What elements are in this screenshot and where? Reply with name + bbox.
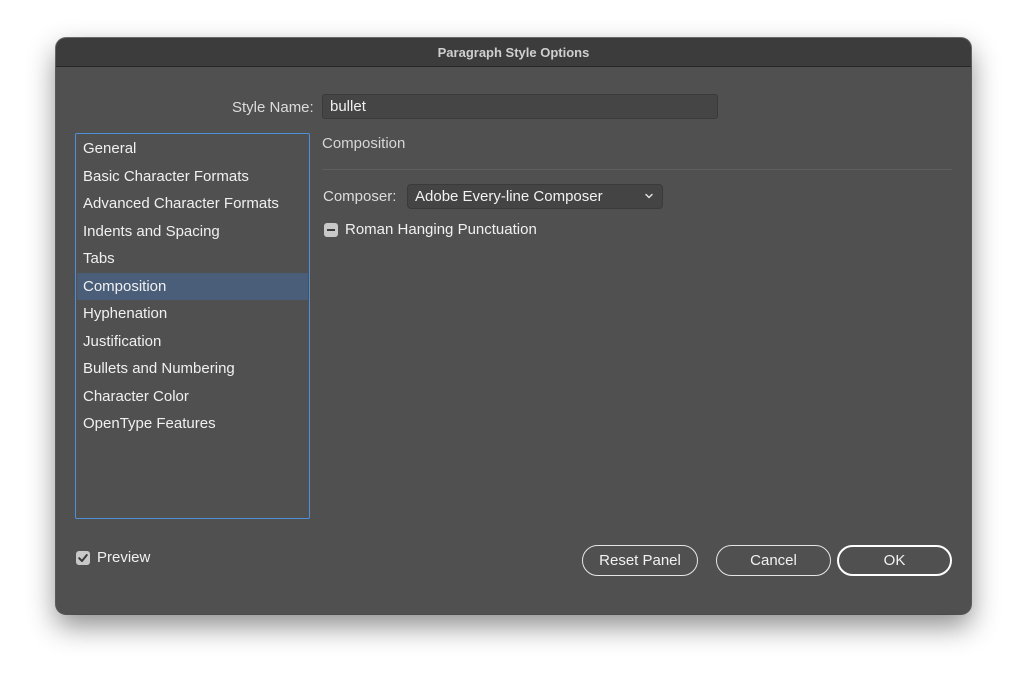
category-list[interactable]: General Basic Character Formats Advanced… — [75, 133, 310, 519]
category-item-composition[interactable]: Composition — [77, 272, 308, 300]
panel-title: Composition — [322, 135, 406, 152]
roman-hanging-punctuation-label[interactable]: Roman Hanging Punctuation — [345, 221, 537, 238]
ok-button[interactable]: OK — [837, 545, 952, 576]
category-item-indents-and-spacing[interactable]: Indents and Spacing — [77, 218, 308, 246]
chevron-down-icon — [645, 193, 653, 199]
checkmark-icon — [78, 554, 88, 562]
style-name-value: bullet — [330, 98, 366, 115]
category-item-basic-character-formats[interactable]: Basic Character Formats — [77, 163, 308, 191]
category-item-advanced-character-formats[interactable]: Advanced Character Formats — [77, 190, 308, 218]
category-item-justification[interactable]: Justification — [77, 328, 308, 356]
category-item-hyphenation[interactable]: Hyphenation — [77, 300, 308, 328]
preview-label[interactable]: Preview — [97, 549, 150, 566]
category-item-opentype-features[interactable]: OpenType Features — [77, 410, 308, 438]
preview-checkbox[interactable] — [76, 551, 90, 565]
composer-select[interactable]: Adobe Every-line Composer — [407, 184, 663, 209]
title-bar[interactable]: Paragraph Style Options — [56, 38, 971, 67]
cancel-button[interactable]: Cancel — [716, 545, 831, 576]
composer-label: Composer: — [323, 188, 397, 205]
reset-panel-button[interactable]: Reset Panel — [582, 545, 698, 576]
paragraph-style-options-dialog: Paragraph Style Options Style Name: bull… — [56, 38, 971, 614]
category-item-character-color[interactable]: Character Color — [77, 383, 308, 411]
category-item-bullets-and-numbering[interactable]: Bullets and Numbering — [77, 355, 308, 383]
style-name-label: Style Name: — [232, 99, 314, 116]
roman-hanging-punctuation-checkbox[interactable] — [324, 223, 338, 237]
composer-value: Adobe Every-line Composer — [415, 188, 603, 205]
window-title: Paragraph Style Options — [437, 44, 590, 60]
category-item-general[interactable]: General — [77, 135, 308, 163]
panel-divider — [322, 169, 952, 170]
style-name-input[interactable]: bullet — [322, 94, 718, 119]
category-item-tabs[interactable]: Tabs — [77, 245, 308, 273]
